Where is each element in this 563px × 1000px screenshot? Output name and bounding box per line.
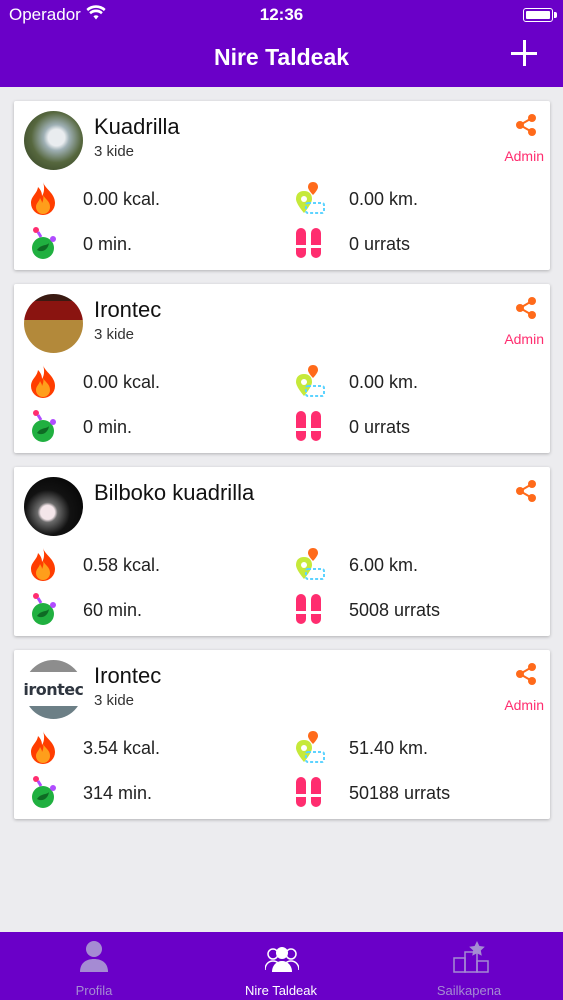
distance-value: 51.40 km. [349,738,429,758]
avatar-logo-text: irontec [24,680,83,699]
member-count: 3 kide [94,326,135,343]
distance-value: 0.00 km. [349,372,419,392]
route-map-icon [294,547,325,581]
flame-icon [28,364,58,398]
group-list: Kuadrilla 3 kide Admin 0.00 kcal. 0.00 k… [14,101,550,833]
stopwatch-icon [28,226,58,260]
route-map-icon [294,730,325,764]
minutes-value: 314 min. [83,783,153,803]
footprints-icon [294,409,324,443]
tab-bar: Profila Nire Taldeak Sailkapena [0,932,563,1000]
tab-profila[interactable]: Profila [0,932,188,1000]
share-icon[interactable] [514,479,538,503]
share-icon[interactable] [514,113,538,137]
footprints-icon [294,775,324,809]
stopwatch-icon [28,775,58,809]
group-avatar: irontec [24,660,83,719]
distance-value: 6.00 km. [349,555,419,575]
person-icon [80,941,108,972]
minutes-value: 60 min. [83,600,143,620]
stopwatch-icon [28,592,58,626]
flame-icon [28,547,58,581]
group-avatar [24,111,83,170]
group-avatar [24,477,83,536]
group-card[interactable]: Bilboko kuadrilla 0.58 kcal. 6.00 km. 60… [14,467,550,636]
podium-star-icon [453,941,489,973]
footprints-icon [294,592,324,626]
group-name: Kuadrilla [94,114,180,139]
page-title: Nire Taldeak [213,44,350,70]
steps-value: 5008 urrats [349,600,441,620]
navigation-bar: Nire Taldeak [0,30,563,87]
group-card[interactable]: irontec Irontec 3 kide Admin 3.54 kcal. … [14,650,550,819]
group-name: Bilboko kuadrilla [94,480,255,505]
tab-label: Sailkapena [436,983,502,998]
admin-badge: Admin [504,697,544,713]
group-name: Irontec [94,663,162,688]
member-count: 3 kide [94,143,135,160]
calories-value: 0.58 kcal. [83,555,161,575]
calories-value: 3.54 kcal. [83,738,161,758]
footprints-icon [294,226,324,260]
flame-icon [28,730,58,764]
calories-value: 0.00 kcal. [83,189,161,209]
flame-icon [28,181,58,215]
admin-badge: Admin [504,148,544,164]
battery-icon [523,8,557,22]
minutes-value: 0 min. [83,234,133,254]
group-name: Irontec [94,297,162,322]
steps-value: 0 urrats [349,417,411,437]
group-avatar [24,294,83,353]
minutes-value: 0 min. [83,417,133,437]
group-card[interactable]: Irontec 3 kide Admin 0.00 kcal. 0.00 km.… [14,284,550,453]
distance-value: 0.00 km. [349,189,419,209]
tab-sailkapena[interactable]: Sailkapena [375,932,563,1000]
clock: 12:36 [259,5,304,24]
status-bar: Operador 12:36 [0,0,563,30]
member-count: 3 kide [94,692,135,709]
tab-nire-taldeak[interactable]: Nire Taldeak [187,932,375,1000]
share-icon[interactable] [514,662,538,686]
share-icon[interactable] [514,296,538,320]
plus-icon[interactable] [511,40,537,66]
admin-badge: Admin [504,331,544,347]
group-card[interactable]: Kuadrilla 3 kide Admin 0.00 kcal. 0.00 k… [14,101,550,270]
steps-value: 0 urrats [349,234,411,254]
group-icon [265,947,299,972]
route-map-icon [294,364,325,398]
steps-value: 50188 urrats [349,783,451,803]
stopwatch-icon [28,409,58,443]
tab-label: Profila [75,983,113,998]
route-map-icon [294,181,325,215]
calories-value: 0.00 kcal. [83,372,161,392]
tab-label: Nire Taldeak [244,983,318,998]
